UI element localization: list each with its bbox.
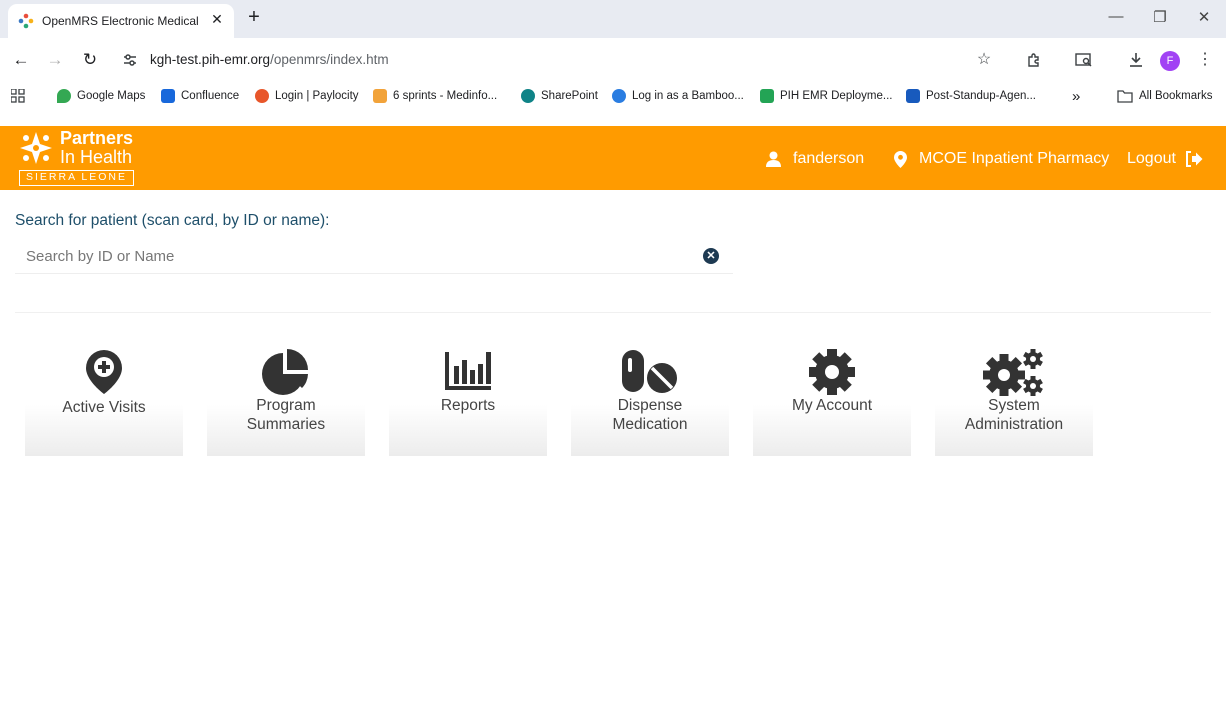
tile-label-line2: Administration [964, 416, 1064, 433]
bookmark-sprints[interactable]: 6 sprints - Medinfo... [373, 87, 497, 105]
tile-label-line1: System [988, 397, 1040, 414]
restore-icon[interactable]: ❐ [1148, 8, 1172, 26]
tab-title: OpenMRS Electronic Medical R [42, 14, 202, 28]
app-tile-my-account[interactable]: My Account [753, 342, 911, 456]
google-maps-icon [57, 89, 71, 103]
section-divider [15, 312, 1211, 313]
gear-icon [809, 349, 855, 395]
current-user[interactable]: fanderson [766, 150, 864, 168]
folder-icon [1117, 90, 1133, 103]
browser-toolbar: ← → ↻ kgh-test.pih-emr.org/openmrs/index… [0, 38, 1226, 82]
logout-link[interactable]: Logout [1127, 150, 1203, 168]
bookmark-paylocity[interactable]: Login | Paylocity [255, 87, 359, 105]
tile-label-line1: Dispense [617, 397, 683, 414]
app-tile-program-summaries[interactable]: Program Summaries [207, 342, 365, 456]
apps-grid-icon[interactable] [11, 87, 25, 105]
clear-search-icon[interactable]: ✕ [703, 248, 719, 264]
bar-chart-icon [445, 352, 491, 390]
new-tab-button[interactable]: + [244, 6, 264, 29]
patient-search-input[interactable] [15, 240, 695, 272]
user-name: fanderson [793, 150, 865, 167]
reload-icon[interactable]: ↻ [78, 48, 102, 72]
profile-avatar[interactable]: F [1160, 51, 1180, 71]
pie-chart-icon [262, 349, 308, 395]
pih-logo[interactable]: Partners In Health SIERRA LEONE [18, 128, 138, 188]
browser-tab-bar: OpenMRS Electronic Medical R ✕ + — ❐ ✕ [0, 0, 1226, 38]
downloads-icon[interactable] [1124, 48, 1148, 72]
patient-search-box: ✕ [15, 240, 733, 274]
bamboo-icon [612, 89, 626, 103]
logo-line2: In Health [60, 147, 133, 167]
app-tile-reports[interactable]: Reports [389, 342, 547, 456]
bookmark-sharepoint[interactable]: SharePoint [521, 87, 598, 105]
logo-line1: Partners [60, 128, 134, 148]
tab-search-icon[interactable] [1072, 48, 1096, 72]
bookmark-bamboo[interactable]: Log in as a Bamboo... [612, 87, 744, 105]
tab-close-icon[interactable]: ✕ [208, 11, 226, 28]
url-host: kgh-test.pih-emr.org [150, 52, 271, 67]
tile-label-line1: Program [256, 397, 316, 414]
browser-tab[interactable]: OpenMRS Electronic Medical R ✕ [8, 4, 234, 38]
logo-subtitle: SIERRA LEONE [19, 170, 134, 186]
window-close-icon[interactable]: ✕ [1192, 8, 1216, 26]
browser-menu-icon[interactable]: ⋮ [1193, 48, 1217, 72]
sharepoint-icon [521, 89, 535, 103]
more-bookmarks-icon[interactable]: » [1072, 87, 1080, 105]
pills-icon [622, 350, 677, 393]
tile-label: My Account [791, 397, 873, 414]
app-header: Partners In Health SIERRA LEONE fanderso… [0, 126, 1226, 190]
location-name: MCOE Inpatient Pharmacy [919, 150, 1110, 167]
openmrs-favicon-icon [18, 13, 34, 29]
tile-label: Active Visits [62, 399, 146, 416]
forward-icon[interactable]: → [43, 48, 67, 72]
app-tile-active-visits[interactable]: Active Visits [25, 342, 183, 456]
app-tile-system-administration[interactable]: System Administration [935, 342, 1093, 456]
medinfo-icon [373, 89, 387, 103]
confluence-icon [161, 89, 175, 103]
bookmark-pih-emr[interactable]: PIH EMR Deployme... [760, 87, 892, 105]
bookmark-star-icon[interactable]: ☆ [972, 48, 996, 72]
url-path: /openmrs/index.htm [270, 52, 389, 67]
bookmark-confluence[interactable]: Confluence [161, 87, 239, 105]
pih-logo-mark-icon [20, 132, 52, 164]
bookmark-google-maps[interactable]: Google Maps [57, 87, 145, 105]
logout-label: Logout [1127, 150, 1176, 167]
tile-label-line2: Summaries [246, 416, 326, 433]
session-location[interactable]: MCOE Inpatient Pharmacy [894, 150, 1109, 168]
pih-emr-icon [760, 89, 774, 103]
bookmarks-bar: Google Maps Confluence Login | Paylocity… [0, 82, 1226, 110]
all-bookmarks[interactable]: All Bookmarks [1117, 87, 1213, 105]
paylocity-icon [255, 89, 269, 103]
map-marker-icon [86, 350, 122, 394]
minimize-icon[interactable]: — [1104, 8, 1128, 25]
tile-label-line2: Medication [612, 416, 688, 433]
gears-icon [983, 349, 1043, 396]
address-bar[interactable]: kgh-test.pih-emr.org/openmrs/index.htm [150, 52, 389, 67]
word-doc-icon [906, 89, 920, 103]
tile-label: Reports [440, 397, 496, 414]
search-label: Search for patient (scan card, by ID or … [15, 212, 330, 229]
app-tile-dispense-medication[interactable]: Dispense Medication [571, 342, 729, 456]
user-icon [766, 151, 781, 167]
logout-icon [1185, 151, 1203, 167]
site-info-icon[interactable] [122, 52, 138, 68]
extensions-icon[interactable] [1022, 48, 1046, 72]
back-icon[interactable]: ← [9, 48, 33, 72]
location-pin-icon [894, 150, 907, 168]
bookmark-post-standup[interactable]: Post-Standup-Agen... [906, 87, 1036, 105]
